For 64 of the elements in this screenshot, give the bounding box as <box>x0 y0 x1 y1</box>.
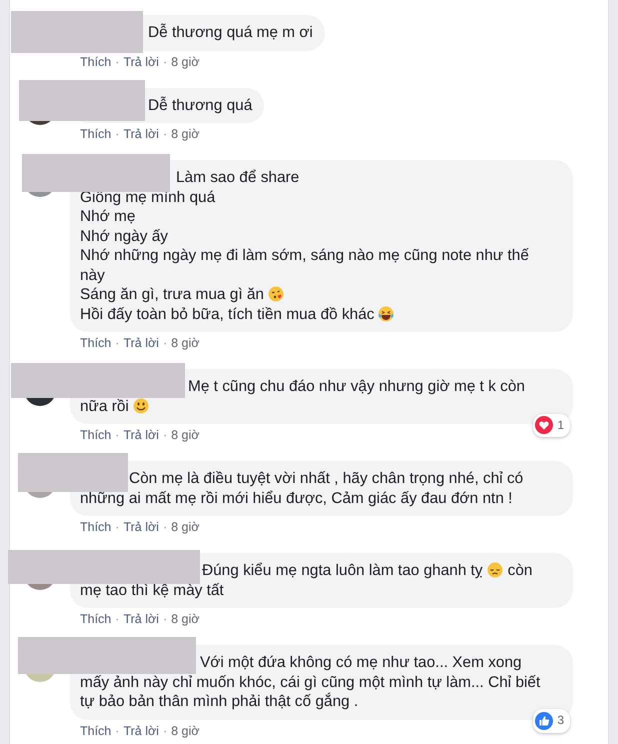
separator-dot: · <box>162 722 168 738</box>
comment-action-link[interactable]: Thích <box>80 126 112 142</box>
comment-action-link[interactable]: Trả lời <box>123 126 159 142</box>
separator-dot: · <box>162 126 168 142</box>
separator-dot: · <box>115 54 120 70</box>
sad-emoji-icon <box>486 562 503 578</box>
separator-dot: · <box>115 335 120 351</box>
comment-text: tự bảo bản thân mình phải thật cố gắng . <box>80 693 358 710</box>
comment-text: những ai mất mẹ rồi mới hiểu được, Cảm giác ấy đau đớn ntn ! <box>80 490 512 506</box>
separator-dot: · <box>115 519 120 535</box>
comment-action-link[interactable]: Thích <box>80 335 112 351</box>
comment-action-link[interactable]: Thích <box>80 519 112 535</box>
timestamp: 8 giờ <box>171 54 200 70</box>
separator-dot: · <box>162 427 168 443</box>
comment-text: Hồi đấy toàn bỏ bữa, tích tiền mua đồ khác <box>80 306 374 322</box>
kiss-emoji-icon <box>268 286 284 302</box>
timestamp: 8 giờ <box>171 519 200 535</box>
comment-text: còn <box>508 562 532 579</box>
separator-dot: · <box>115 611 120 627</box>
reaction-count: 3 <box>557 712 564 729</box>
comment-action-link[interactable]: Thích <box>80 611 112 627</box>
separator-dot: · <box>162 519 168 535</box>
reaction-badge[interactable]: 1 <box>533 414 570 437</box>
comment-text: Dễ thương quá <box>148 96 252 114</box>
separator-dot: · <box>115 427 120 443</box>
comment-action-link[interactable]: Thích <box>80 722 112 738</box>
separator-dot: · <box>162 611 168 627</box>
comment-action-link[interactable]: Trả lời <box>123 54 159 70</box>
separator-dot: · <box>162 54 168 70</box>
thumbs-up-icon <box>535 712 554 730</box>
timestamp: 8 giờ <box>171 335 200 351</box>
comment-text: mấy ảnh này chỉ muốn khóc, cái gì cũng một mình tự làm... Chỉ biết <box>80 674 540 690</box>
comment-text: Sáng ăn gì, trưa mua gì ăn <box>80 286 264 303</box>
comment-action-link[interactable]: Thích <box>80 54 112 70</box>
comment-action-link[interactable]: Trả lời <box>123 335 159 351</box>
comment-action-link[interactable]: Trả lời <box>123 722 159 738</box>
comment-text: Với một đứa không có mẹ như tao... Xem xong <box>200 654 522 671</box>
laughing-tears-emoji-icon <box>378 306 394 322</box>
comment-text: Còn mẹ là điều tuyệt vời nhất , hãy chân trọng nhé, chỉ có <box>129 470 524 487</box>
comment-text: Dễ thương quá mẹ m ơi <box>148 24 313 41</box>
comment-text: Mẹ t cũng chu đáo như vậy nhưng giờ mẹ t k còn <box>188 378 525 395</box>
comment-text: Giông mẹ mình quá <box>80 188 216 206</box>
smile-emoji-icon <box>132 398 149 414</box>
reaction-badge[interactable]: 3 <box>533 709 570 732</box>
comment-text: mẹ tao thì kệ mày tất <box>80 582 224 598</box>
comment-text: Nhớ những ngày mẹ đi làm sớm, sáng nào mẹ cũng note như thế <box>80 247 529 264</box>
comment-text: này <box>80 266 105 284</box>
comment-text: Nhớ ngày ấy <box>80 228 168 244</box>
comment-action-link[interactable]: Thích <box>80 427 112 443</box>
timestamp: 8 giờ <box>171 722 200 738</box>
separator-dot: · <box>162 335 168 351</box>
comment-action-link[interactable]: Trả lời <box>123 427 159 443</box>
comment-action-link[interactable]: Trả lời <box>123 611 159 627</box>
reaction-count: 1 <box>557 416 564 434</box>
comment-text: Đúng kiểu mẹ ngta luôn làm tao ghanh tỵ <box>202 562 483 579</box>
comment-text: Làm sao để share <box>176 169 300 186</box>
timestamp: 8 giờ <box>171 427 200 443</box>
comment-text: nữa rồi <box>80 398 129 414</box>
timestamp: 8 giờ <box>171 126 200 142</box>
comment-action-link[interactable]: Trả lời <box>123 519 159 535</box>
separator-dot: · <box>115 722 120 738</box>
comment-text: Nhớ mẹ <box>80 208 136 225</box>
timestamp: 8 giờ <box>171 611 200 627</box>
separator-dot: · <box>115 126 120 142</box>
